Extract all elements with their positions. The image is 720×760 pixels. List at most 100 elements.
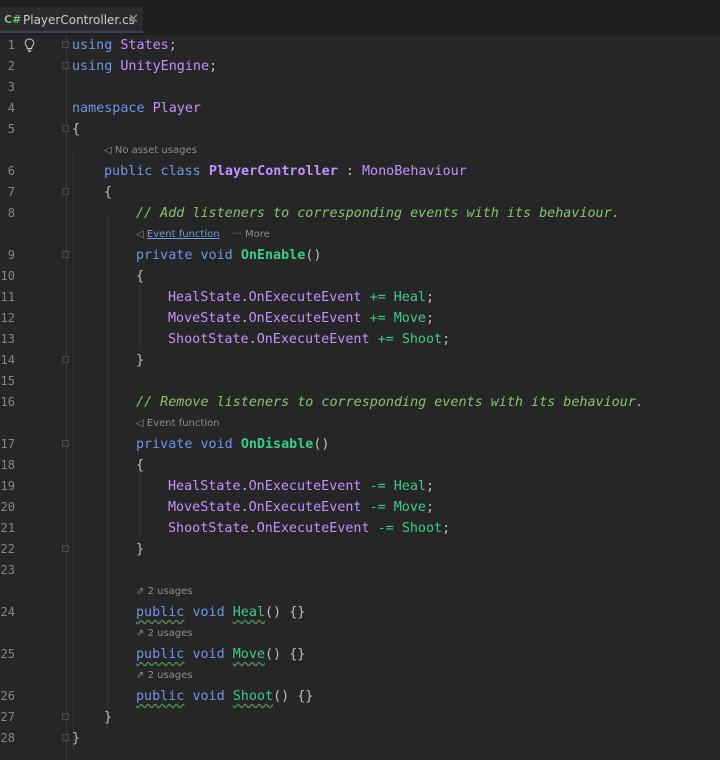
fold-marker[interactable] <box>62 734 69 741</box>
fold-marker[interactable] <box>62 356 69 363</box>
code-line-11[interactable]: 11 HealState.OnExecuteEvent += Heal; <box>0 287 720 308</box>
fold-marker[interactable] <box>62 440 69 447</box>
line-number: 2 <box>7 59 15 73</box>
fold-marker[interactable] <box>62 125 69 132</box>
csharp-file-icon: C# <box>4 13 22 26</box>
line-number: 24 <box>0 605 15 619</box>
code-text: MoveState.OnExecuteEvent -= Move; <box>168 500 435 515</box>
code-line-2[interactable]: 2 using UnityEngine; <box>0 56 720 77</box>
inlay-hint-row: ⇗ 2 usages <box>0 581 720 602</box>
usage-hint[interactable]: ◁ No asset usages <box>104 140 197 161</box>
fold-marker[interactable] <box>62 188 69 195</box>
code-text: { <box>136 269 145 284</box>
line-number: 4 <box>7 101 15 115</box>
code-text: MoveState.OnExecuteEvent += Move; <box>168 311 435 326</box>
line-number: 6 <box>7 164 15 178</box>
code-line-13[interactable]: 13 ShootState.OnExecuteEvent += Shoot; <box>0 329 720 350</box>
code-text: private void OnDisable() <box>136 437 330 452</box>
line-number: 19 <box>0 479 15 493</box>
line-number: 1 <box>7 38 15 52</box>
code-line-4[interactable]: 4 namespace Player <box>0 98 720 119</box>
tab-filename: PlayerController.cs <box>23 13 135 27</box>
code-line-16[interactable]: 16 // Remove listeners to corresponding … <box>0 392 720 413</box>
code-editor[interactable]: 1 using States; 2 using UnityEngine; 3 4… <box>0 35 720 760</box>
code-text: public void Heal() {} <box>136 605 306 620</box>
code-line-14[interactable]: 14 } <box>0 350 720 371</box>
line-number: 3 <box>7 80 15 94</box>
code-line-25[interactable]: 25 public void Move() {} <box>0 644 720 665</box>
code-line-21[interactable]: 21 ShootState.OnExecuteEvent -= Shoot; <box>0 518 720 539</box>
code-text: ShootState.OnExecuteEvent += Shoot; <box>168 332 451 347</box>
code-text: public class PlayerController : MonoBeha… <box>104 164 467 179</box>
code-text: private void OnEnable() <box>136 248 322 263</box>
code-line-20[interactable]: 20 MoveState.OnExecuteEvent -= Move; <box>0 497 720 518</box>
code-text: } <box>104 710 113 725</box>
inlay-hint-row: ⇗ 2 usages <box>0 665 720 686</box>
code-text: { <box>136 458 145 473</box>
code-text: HealState.OnExecuteEvent -= Heal; <box>168 479 435 494</box>
code-text: using States; <box>72 38 177 53</box>
code-text: { <box>72 122 81 137</box>
code-line-5[interactable]: 5 { <box>0 119 720 140</box>
fold-marker[interactable] <box>62 251 69 258</box>
inlay-hint-row: ◁ No asset usages <box>0 140 720 161</box>
line-number: 26 <box>0 689 15 703</box>
code-text: namespace Player <box>72 101 201 116</box>
line-number: 12 <box>0 311 15 325</box>
line-number: 21 <box>0 521 15 535</box>
code-text: public void Move() {} <box>136 647 306 662</box>
code-line-15[interactable]: 15 <box>0 371 720 392</box>
line-number: 28 <box>0 731 15 745</box>
code-line-12[interactable]: 12 MoveState.OnExecuteEvent += Move; <box>0 308 720 329</box>
tab-bar: C# PlayerController.cs ✕ <box>0 0 720 35</box>
line-number: 10 <box>0 269 15 283</box>
usages-hint[interactable]: ⇗ 2 usages <box>136 665 193 686</box>
code-line-24[interactable]: 24 public void Heal() {} <box>0 602 720 623</box>
code-text: public void Shoot() {} <box>136 689 314 704</box>
line-number: 5 <box>7 122 15 136</box>
line-number: 16 <box>0 395 15 409</box>
code-line-10[interactable]: 10 { <box>0 266 720 287</box>
code-line-17[interactable]: 17 private void OnDisable() <box>0 434 720 455</box>
line-number: 18 <box>0 458 15 472</box>
code-line-18[interactable]: 18 { <box>0 455 720 476</box>
code-line-7[interactable]: 7 { <box>0 182 720 203</box>
line-number: 27 <box>0 710 15 724</box>
usages-hint[interactable]: ⇗ 2 usages <box>136 581 193 602</box>
code-line-6[interactable]: 6 public class PlayerController : MonoBe… <box>0 161 720 182</box>
code-line-8[interactable]: 8 // Add listeners to corresponding even… <box>0 203 720 224</box>
line-number: 22 <box>0 542 15 556</box>
code-text: } <box>72 731 81 746</box>
code-line-1[interactable]: 1 using States; <box>0 35 720 56</box>
line-number: 23 <box>0 563 15 577</box>
inlay-hint-row: ◁ Event function ··· More <box>0 224 720 245</box>
fold-marker[interactable] <box>62 62 69 69</box>
event-function-hint[interactable]: ◁ Event function ··· More <box>136 224 270 245</box>
code-text: } <box>136 353 145 368</box>
code-line-22[interactable]: 22 } <box>0 539 720 560</box>
line-number: 17 <box>0 437 15 451</box>
fold-marker[interactable] <box>62 713 69 720</box>
line-number: 7 <box>7 185 15 199</box>
line-number: 11 <box>0 290 15 304</box>
line-number: 9 <box>7 248 15 262</box>
code-line-3[interactable]: 3 <box>0 77 720 98</box>
line-number: 14 <box>0 353 15 367</box>
line-number: 25 <box>0 647 15 661</box>
code-line-19[interactable]: 19 HealState.OnExecuteEvent -= Heal; <box>0 476 720 497</box>
code-text: ShootState.OnExecuteEvent -= Shoot; <box>168 521 451 536</box>
code-line-27[interactable]: 27 } <box>0 707 720 728</box>
code-line-26[interactable]: 26 public void Shoot() {} <box>0 686 720 707</box>
lightbulb-icon[interactable] <box>24 38 35 52</box>
tab-player-controller[interactable]: C# PlayerController.cs ✕ <box>0 7 143 33</box>
usages-hint[interactable]: ⇗ 2 usages <box>136 623 193 644</box>
code-line-9[interactable]: 9 private void OnEnable() <box>0 245 720 266</box>
code-text: using UnityEngine; <box>72 59 218 74</box>
fold-marker[interactable] <box>62 41 69 48</box>
fold-marker[interactable] <box>62 545 69 552</box>
code-line-28[interactable]: 28 } <box>0 728 720 749</box>
code-line-23[interactable]: 23 <box>0 560 720 581</box>
event-function-hint[interactable]: ◁ Event function <box>136 413 220 434</box>
inlay-hint-row: ◁ Event function <box>0 413 720 434</box>
close-icon[interactable]: ✕ <box>128 12 139 27</box>
